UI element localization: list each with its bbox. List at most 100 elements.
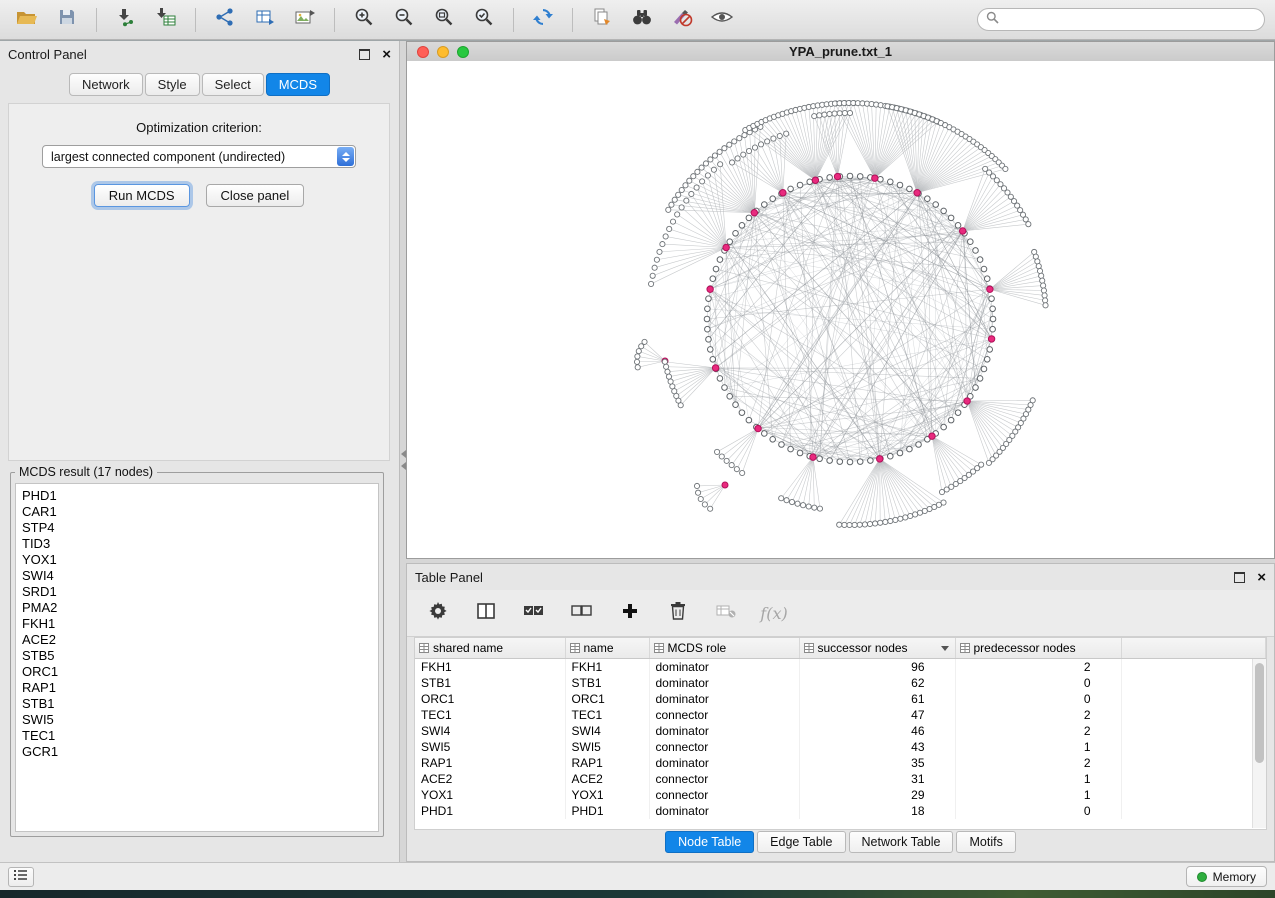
zoom-selected-button[interactable] — [467, 5, 501, 35]
table-cell: TEC1 — [415, 707, 565, 723]
new-network-button[interactable] — [208, 5, 242, 35]
open-file-button[interactable] — [10, 5, 44, 35]
mcds-result-list[interactable]: PHD1CAR1STP4TID3YOX1SWI4SRD1PMA2FKH1ACE2… — [15, 483, 379, 832]
zoom-out-button[interactable] — [387, 5, 421, 35]
window-maximize-icon[interactable] — [457, 46, 469, 58]
table-options-button[interactable] — [425, 599, 451, 627]
table-scrollbar-thumb[interactable] — [1255, 663, 1264, 763]
network-table-icon — [254, 7, 276, 32]
column-header-predecessor-nodes[interactable]: predecessor nodes — [955, 638, 1121, 659]
mcds-result-item[interactable]: ORC1 — [22, 664, 378, 680]
optimization-criterion-select[interactable]: largest connected component (undirected) — [42, 145, 356, 168]
mcds-result-item[interactable]: STB1 — [22, 696, 378, 712]
search-network-button[interactable] — [625, 5, 659, 35]
table-row[interactable]: YOX1YOX1connector291 — [415, 787, 1266, 803]
window-minimize-icon[interactable] — [437, 46, 449, 58]
apply-style-button[interactable] — [665, 5, 699, 35]
mcds-result-item[interactable]: GCR1 — [22, 744, 378, 760]
mcds-result-item[interactable]: SRD1 — [22, 584, 378, 600]
close-panel-icon[interactable]: × — [1257, 570, 1266, 585]
mcds-result-item[interactable]: STB5 — [22, 648, 378, 664]
mcds-result-item[interactable]: PMA2 — [22, 600, 378, 616]
table-cell: 31 — [799, 771, 955, 787]
table-row[interactable]: RAP1RAP1dominator352 — [415, 755, 1266, 771]
add-column-button[interactable] — [617, 599, 643, 627]
table-cell: 2 — [955, 659, 1121, 676]
save-session-button[interactable] — [50, 5, 84, 35]
mcds-result-item[interactable]: STP4 — [22, 520, 378, 536]
export-image-button[interactable] — [288, 5, 322, 35]
refresh-layout-button[interactable] — [526, 5, 560, 35]
show-columns-button[interactable] — [473, 599, 499, 627]
table-row[interactable]: SWI5SWI5connector431 — [415, 739, 1266, 755]
tab-node-table[interactable]: Node Table — [665, 831, 754, 853]
table-cell: PHD1 — [415, 803, 565, 819]
table-cell: RAP1 — [565, 755, 649, 771]
import-table-button[interactable] — [149, 5, 183, 35]
import-network-button[interactable] — [109, 5, 143, 35]
mcds-result-item[interactable]: SWI4 — [22, 568, 378, 584]
mcds-result-item[interactable]: ACE2 — [22, 632, 378, 648]
float-panel-icon[interactable] — [359, 49, 370, 60]
table-cell: SWI4 — [565, 723, 649, 739]
tab-mcds[interactable]: MCDS — [266, 73, 330, 96]
table-scrollbar[interactable] — [1252, 659, 1266, 828]
mcds-result-item[interactable]: RAP1 — [22, 680, 378, 696]
search-input[interactable] — [1004, 12, 1256, 28]
run-mcds-button[interactable]: Run MCDS — [94, 184, 190, 207]
table-cell: STB1 — [415, 675, 565, 691]
column-header-filler — [1121, 638, 1266, 659]
import-table-icon — [155, 7, 177, 32]
new-table-button[interactable] — [248, 5, 282, 35]
mcds-result-item[interactable]: SWI5 — [22, 712, 378, 728]
tab-edge-table[interactable]: Edge Table — [757, 831, 845, 853]
table-row[interactable]: FKH1FKH1dominator962 — [415, 659, 1266, 676]
table-cell: 35 — [799, 755, 955, 771]
network-window-titlebar[interactable]: YPA_prune.txt_1 — [407, 42, 1274, 62]
network-canvas[interactable] — [407, 61, 1274, 558]
zoom-fit-button[interactable] — [427, 5, 461, 35]
tab-select[interactable]: Select — [202, 73, 264, 96]
column-header-name[interactable]: name — [565, 638, 649, 659]
delete-table-icon — [715, 602, 737, 625]
delete-column-button[interactable] — [665, 599, 691, 627]
column-header-shared-name[interactable]: shared name — [415, 638, 565, 659]
column-header-successor-nodes[interactable]: successor nodes — [799, 638, 955, 659]
mcds-result-item[interactable]: PHD1 — [22, 488, 378, 504]
mcds-result-item[interactable]: YOX1 — [22, 552, 378, 568]
table-row[interactable]: ORC1ORC1dominator610 — [415, 691, 1266, 707]
show-panels-button[interactable] — [8, 867, 34, 887]
table-cell: 18 — [799, 803, 955, 819]
table-row[interactable]: PHD1PHD1dominator180 — [415, 803, 1266, 819]
table-row[interactable]: STB1STB1dominator620 — [415, 675, 1266, 691]
table-cell: 2 — [955, 755, 1121, 771]
tab-network-table[interactable]: Network Table — [849, 831, 954, 853]
close-panel-icon[interactable]: × — [382, 47, 391, 62]
copy-network-button[interactable] — [585, 5, 619, 35]
chevron-down-icon[interactable] — [941, 646, 949, 651]
tab-style[interactable]: Style — [145, 73, 200, 96]
table-cell: ORC1 — [565, 691, 649, 707]
mcds-result-item[interactable]: TID3 — [22, 536, 378, 552]
tab-motifs[interactable]: Motifs — [956, 831, 1015, 853]
memory-button[interactable]: Memory — [1186, 866, 1267, 887]
float-panel-icon[interactable] — [1234, 572, 1245, 583]
mcds-result-item[interactable]: TEC1 — [22, 728, 378, 744]
select-all-button[interactable] — [521, 599, 547, 627]
close-panel-button[interactable]: Close panel — [206, 184, 305, 207]
deselect-all-button[interactable] — [569, 599, 595, 627]
tab-network[interactable]: Network — [69, 73, 143, 96]
table-row[interactable]: TEC1TEC1connector472 — [415, 707, 1266, 723]
mcds-result-item[interactable]: CAR1 — [22, 504, 378, 520]
table-row[interactable]: ACE2ACE2connector311 — [415, 771, 1266, 787]
zoom-in-button[interactable] — [347, 5, 381, 35]
mcds-result-item[interactable]: FKH1 — [22, 616, 378, 632]
table-row[interactable]: SWI4SWI4dominator462 — [415, 723, 1266, 739]
network-view-window: YPA_prune.txt_1 — [406, 41, 1275, 559]
table-cell: RAP1 — [415, 755, 565, 771]
table-cell: dominator — [649, 675, 799, 691]
delete-table-button-disabled — [713, 599, 739, 627]
column-header-MCDS-role[interactable]: MCDS role — [649, 638, 799, 659]
window-close-icon[interactable] — [417, 46, 429, 58]
show-hide-button[interactable] — [705, 5, 739, 35]
